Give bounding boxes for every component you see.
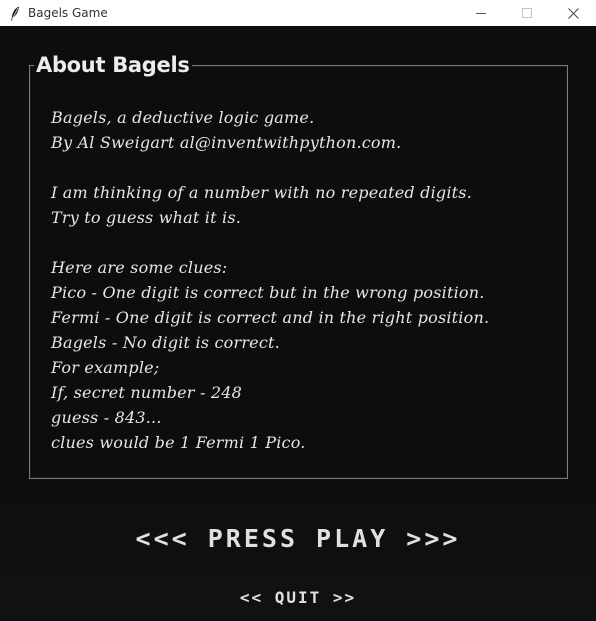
feather-icon [8,5,22,21]
about-line: Try to guess what it is. [51,208,242,227]
about-line: Fermi - One digit is correct and in the … [51,308,490,327]
quit-area: << QUIT >> [0,574,596,621]
about-line: Here are some clues: [51,258,228,277]
play-area: <<< PRESS PLAY >>> [0,502,596,574]
about-line: For example; [51,358,160,377]
quit-button[interactable]: << QUIT >> [240,588,356,607]
about-line: Pico - One digit is correct but in the w… [51,283,485,302]
maximize-icon [522,8,532,18]
about-line: guess - 843... [51,408,162,427]
minimize-button[interactable] [458,0,504,26]
about-line [51,230,561,255]
title-bar[interactable]: Bagels Game [0,0,596,26]
window-title: Bagels Game [28,6,108,20]
close-icon [567,7,579,19]
about-line: By Al Sweigart al@inventwithpython.com. [51,133,402,152]
about-line: If, secret number - 248 [51,383,242,402]
about-text: Bagels, a deductive logic game. By Al Sw… [51,105,561,455]
about-heading: About Bagels [34,52,192,78]
about-line: Bagels - No digit is correct. [51,333,280,352]
about-line: clues would be 1 Fermi 1 Pico. [51,433,306,452]
about-line: I am thinking of a number with no repeat… [51,183,472,202]
bagels-window: Bagels Game About Bagels Bagels, a deduc… [0,0,596,621]
play-button[interactable]: <<< PRESS PLAY >>> [136,524,461,553]
about-line [51,155,561,180]
maximize-button[interactable] [504,0,550,26]
close-button[interactable] [550,0,596,26]
about-line: Bagels, a deductive logic game. [51,108,315,127]
main-content: About Bagels Bagels, a deductive logic g… [0,26,596,621]
minimize-icon [476,13,486,14]
